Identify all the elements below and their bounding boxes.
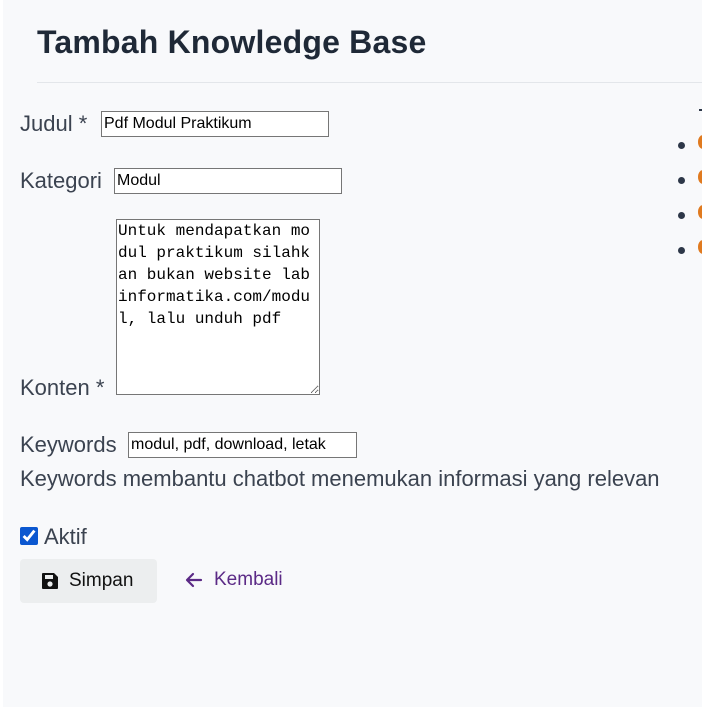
aktif-checkbox[interactable]	[20, 527, 38, 545]
save-button[interactable]: Simpan	[20, 559, 157, 603]
save-button-label: Simpan	[69, 570, 134, 591]
list-bullet	[678, 142, 685, 149]
konten-textarea[interactable]: Untuk mendapatkan modul praktikum silahk…	[116, 219, 320, 395]
back-link-label: Kembali	[214, 569, 283, 590]
title-divider	[37, 82, 702, 83]
kategori-label: Kategori	[20, 168, 102, 193]
kategori-input[interactable]	[114, 168, 342, 194]
list-bullet	[678, 247, 685, 254]
list-bullet	[678, 212, 685, 219]
keywords-input[interactable]	[128, 432, 357, 458]
list-item-fragment	[698, 205, 702, 219]
save-icon	[41, 572, 59, 590]
judul-label: Judul *	[20, 111, 88, 136]
list-item-fragment	[698, 135, 702, 149]
side-panel-list	[676, 100, 702, 270]
back-link[interactable]: Kembali	[184, 569, 283, 591]
list-item-fragment	[698, 170, 702, 184]
konten-label: Konten *	[20, 375, 105, 400]
judul-input[interactable]	[101, 111, 329, 137]
keywords-help-text: Keywords membantu chatbot menemukan info…	[20, 466, 660, 491]
page-title: Tambah Knowledge Base	[37, 24, 427, 60]
list-bullet	[678, 177, 685, 184]
list-item-fragment	[698, 240, 702, 254]
keywords-label: Keywords	[20, 432, 117, 457]
arrow-left-icon	[184, 570, 204, 590]
aktif-label: Aktif	[44, 524, 87, 549]
